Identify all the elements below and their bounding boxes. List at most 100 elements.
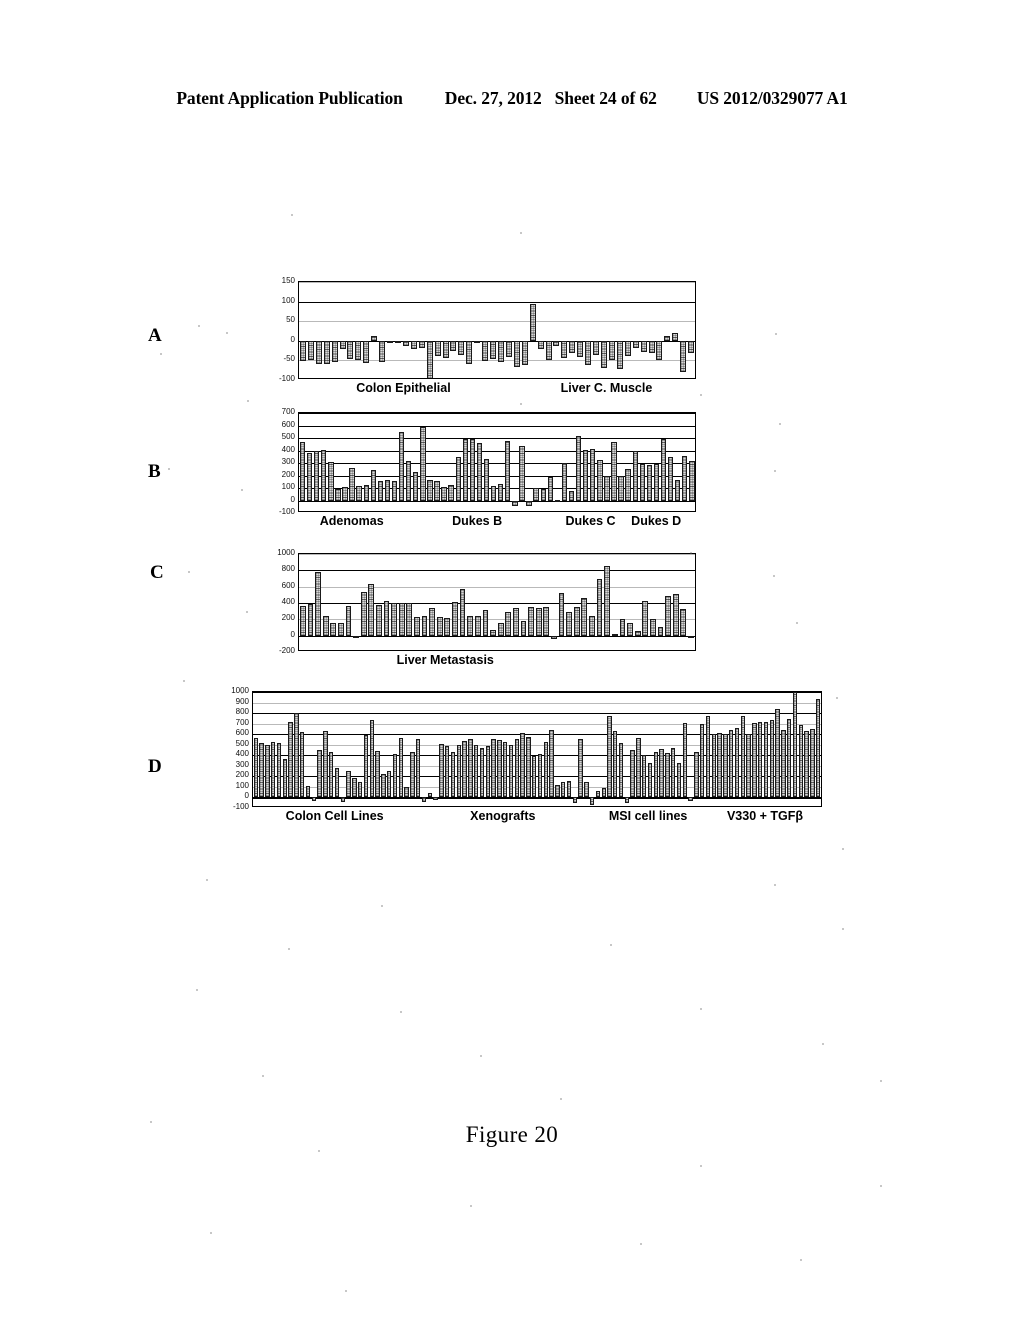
bar (323, 340, 330, 364)
bar (665, 595, 671, 636)
bar-slot (444, 554, 452, 650)
bar (660, 439, 667, 501)
bar-slot (410, 282, 418, 378)
scan-speck (560, 1098, 562, 1100)
bar (646, 464, 653, 501)
bar (619, 618, 626, 636)
bar-slot (600, 282, 608, 378)
bar-slot (663, 282, 671, 378)
y-tick-label: 400 (281, 597, 295, 606)
bar (582, 449, 589, 501)
bar (458, 340, 465, 355)
scan-speck (150, 1121, 152, 1123)
bar (585, 340, 592, 366)
bar (410, 340, 417, 349)
bar-slot (657, 554, 665, 650)
scan-speck (700, 394, 702, 396)
group-label: Adenomas (319, 514, 384, 528)
y-tick-label: 150 (281, 276, 295, 285)
bar-slot (363, 413, 370, 511)
bar (402, 340, 409, 346)
bar (519, 445, 525, 501)
bar (474, 340, 481, 344)
scan-speck (773, 575, 775, 577)
y-tick-label: 1000 (231, 686, 249, 695)
bar-series-c (299, 554, 695, 650)
bar (455, 457, 461, 501)
bar (265, 744, 270, 798)
bar (311, 797, 317, 802)
group-label: Xenografts (470, 809, 536, 823)
plot-area-b (298, 412, 696, 512)
bar-slot (451, 554, 459, 650)
bar-slot (307, 282, 315, 378)
bar (630, 750, 635, 798)
bar-slot (362, 282, 370, 378)
bar (406, 603, 413, 636)
bar-slot (497, 554, 505, 650)
bar (649, 618, 656, 636)
plot-area-d (252, 691, 822, 807)
bar (387, 340, 394, 343)
bar (687, 635, 694, 638)
bar (444, 745, 450, 798)
bar (558, 592, 565, 636)
bar (589, 797, 595, 805)
bar (490, 629, 496, 636)
bar-slot (560, 282, 568, 378)
bar-slot (299, 413, 306, 511)
bar (632, 451, 638, 501)
bar-slot (626, 554, 634, 650)
bar (512, 607, 519, 636)
bar (467, 616, 474, 636)
bar-series-a (299, 282, 695, 378)
bar (672, 332, 679, 341)
bar (611, 441, 617, 501)
bar-slot (610, 413, 617, 511)
bar-slot (339, 282, 347, 378)
y-tick-label: 0 (290, 629, 295, 639)
bar-slot (299, 554, 307, 650)
scan-speck (168, 468, 170, 470)
bar (593, 340, 600, 355)
bar-slot (639, 413, 646, 511)
bar (688, 340, 695, 353)
header-patent-number: US 2012/0329077 A1 (696, 88, 848, 108)
scan-speck (800, 1259, 802, 1261)
bar (758, 721, 763, 798)
scan-speck (400, 1011, 402, 1013)
bar-slot (459, 554, 467, 650)
bar (618, 476, 624, 501)
bar (369, 719, 375, 798)
group-label: Dukes D (631, 514, 682, 528)
group-label: Dukes B (452, 514, 503, 528)
bar-slot (370, 413, 377, 511)
bar-slot (624, 282, 632, 378)
bar-slot (412, 413, 419, 511)
group-label: Liver C. Muscle (560, 381, 653, 395)
bar (276, 742, 282, 798)
bar (674, 479, 681, 501)
scan-speck (880, 1080, 882, 1082)
chart-panel-d: 1000 900 800 700 600 500 400 300 200 100 0 -100 Colo… (222, 687, 822, 823)
bar-slot (375, 554, 383, 650)
bar-slot (667, 413, 674, 511)
bar-slot (334, 413, 341, 511)
scan-speck (206, 879, 208, 881)
scan-speck (262, 1075, 264, 1077)
bar-slot (671, 282, 679, 378)
bar-slot (618, 413, 625, 511)
bar (781, 729, 786, 798)
bar (330, 623, 337, 636)
y-tick-label: 0 (290, 494, 295, 504)
bar (680, 608, 687, 636)
y-tick-label: 800 (281, 564, 295, 574)
bar (387, 770, 392, 798)
bar-slot (327, 413, 334, 511)
bar (531, 756, 537, 798)
bar-slot (672, 554, 680, 650)
bar (535, 607, 542, 636)
bar (642, 754, 647, 798)
scan-speck (345, 1290, 347, 1292)
bar-slot (433, 413, 440, 511)
